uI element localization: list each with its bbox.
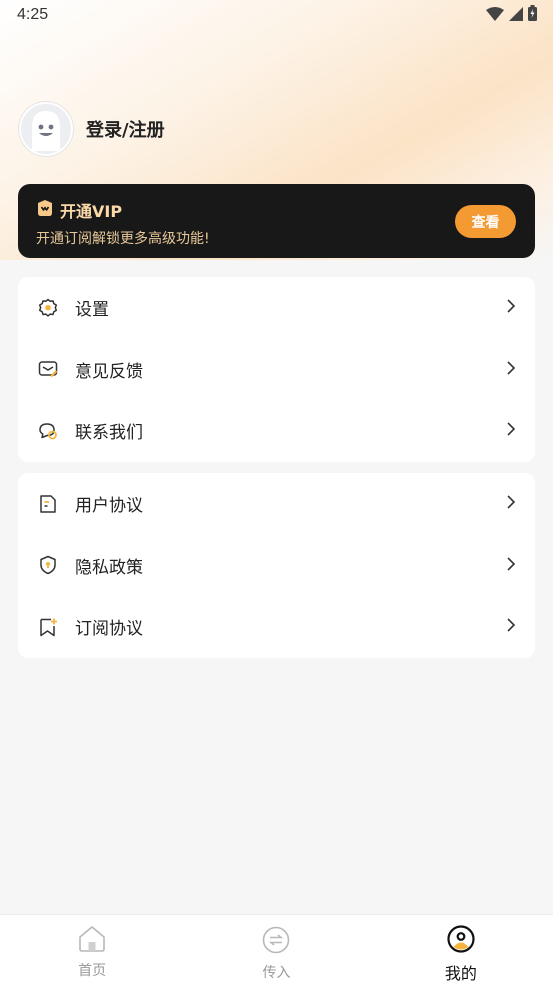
- menu-item-label: 意见反馈: [75, 361, 143, 382]
- bottom-tab-bar: 首页 传入 我的: [0, 914, 553, 984]
- tab-label: 传入: [262, 965, 291, 981]
- document-icon: [37, 493, 59, 515]
- menu-item-settings[interactable]: 设置: [18, 277, 535, 339]
- ghost-avatar-icon: [32, 111, 60, 151]
- wifi-icon: [486, 6, 504, 25]
- home-icon: [77, 925, 107, 957]
- gear-icon: [37, 297, 59, 319]
- profile-icon: [447, 925, 475, 957]
- menu-item-label: 用户协议: [75, 496, 143, 517]
- chevron-right-icon: [505, 421, 517, 440]
- chevron-right-icon: [505, 494, 517, 513]
- avatar[interactable]: [19, 102, 73, 156]
- menu-group-legal: 用户协议 隐私政策 订阅协议: [18, 473, 535, 658]
- bookmark-icon: [37, 616, 59, 638]
- chat-icon: [37, 420, 59, 442]
- menu-item-contact-us[interactable]: 联系我们: [18, 400, 535, 462]
- transfer-icon: [261, 925, 291, 959]
- status-icons: [486, 5, 537, 25]
- chevron-right-icon: [505, 556, 517, 575]
- menu-group-primary: 设置 意见反馈 联系我们: [18, 277, 535, 462]
- tab-label: 首页: [78, 963, 107, 979]
- chevron-right-icon: [505, 360, 517, 379]
- menu-item-label: 设置: [75, 300, 109, 321]
- menu-item-label: 联系我们: [75, 423, 143, 444]
- profile-row[interactable]: 登录/注册: [19, 102, 165, 156]
- vip-crown-icon: [36, 199, 54, 221]
- tab-transfer[interactable]: 传入: [184, 915, 368, 984]
- tab-profile[interactable]: 我的: [369, 915, 553, 984]
- vip-view-button[interactable]: 查看: [455, 205, 516, 238]
- chevron-right-icon: [505, 298, 517, 317]
- chevron-right-icon: [505, 617, 517, 636]
- menu-item-label: 订阅协议: [75, 619, 143, 640]
- menu-item-label: 隐私政策: [75, 557, 143, 578]
- signal-icon: [509, 6, 523, 25]
- tab-label: 我的: [444, 964, 477, 983]
- feedback-icon: [37, 358, 59, 380]
- login-register-link[interactable]: 登录/注册: [86, 116, 165, 142]
- vip-title: 开通VIP: [60, 202, 123, 221]
- menu-item-user-agreement[interactable]: 用户协议: [18, 473, 535, 535]
- menu-item-subscription-agreement[interactable]: 订阅协议: [18, 596, 535, 658]
- tab-home[interactable]: 首页: [0, 915, 184, 984]
- battery-icon: [528, 5, 537, 25]
- status-time: 4:25: [17, 6, 49, 23]
- menu-item-feedback[interactable]: 意见反馈: [18, 339, 535, 401]
- vip-subtitle: 开通订阅解锁更多高级功能!: [36, 231, 210, 247]
- status-bar: 4:25: [0, 0, 553, 30]
- menu-item-privacy-policy[interactable]: 隐私政策: [18, 535, 535, 597]
- shield-icon: [37, 554, 59, 576]
- vip-banner[interactable]: 开通VIP 开通订阅解锁更多高级功能! 查看: [18, 184, 535, 258]
